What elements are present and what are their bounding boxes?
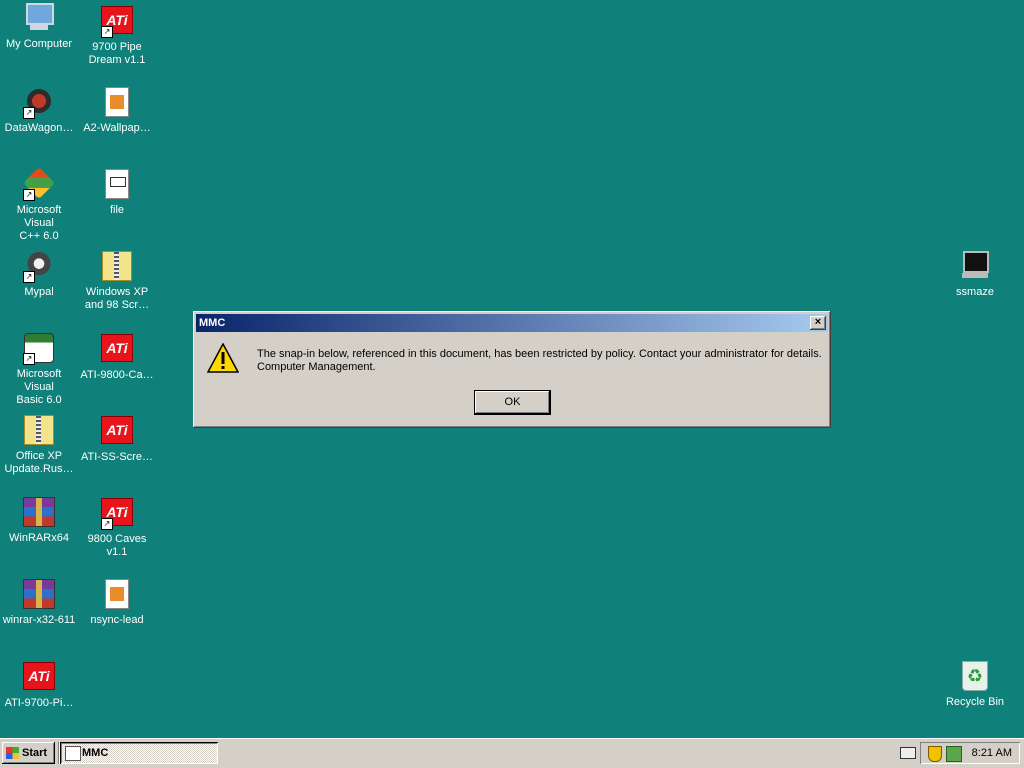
zip-folder-icon (101, 251, 133, 283)
security-shield-icon[interactable] (928, 746, 942, 762)
desktop-icon-label: Microsoft Visual C++ 6.0 (16, 204, 62, 242)
windows-logo-icon (6, 747, 19, 759)
desktop-icon-visual-cpp[interactable]: ↗ Microsoft Visual C++ 6.0 (0, 167, 78, 243)
desktop-icon-label: My Computer (5, 38, 73, 50)
winrar-icon (23, 579, 55, 611)
system-tray: 8:21 AM (920, 742, 1020, 764)
desktop-icon-visual-basic[interactable]: ↗ Microsoft Visual Basic 6.0 (0, 331, 78, 407)
desktop-icon-label: Microsoft Visual Basic 6.0 (16, 368, 62, 406)
document-icon (101, 579, 133, 611)
desktop-icon-label: nsync-lead (90, 614, 144, 626)
desktop-icon-ati-9700[interactable]: ATi ATI-9700-Pi… (0, 659, 78, 710)
visual-cpp-icon: ↗ (23, 167, 55, 201)
desktop-icon-label: Mypal (24, 286, 54, 298)
ati-logo-icon: ATi ↗ (101, 498, 133, 530)
start-button[interactable]: Start (2, 742, 55, 764)
desktop-icon-file[interactable]: file (78, 167, 156, 217)
desktop-icon-label: ssmaze (956, 286, 994, 298)
winrar-icon (23, 497, 55, 529)
dialog-message: The snap-in below, referenced in this do… (257, 348, 823, 374)
desktop-icon-label: Recycle Bin (945, 696, 1005, 708)
ati-logo-icon: ATi (23, 662, 55, 694)
desktop-icon-label: ATI-9800-Ca… (80, 369, 154, 381)
ati-logo-icon: ATi ↗ (101, 6, 133, 38)
desktop-icon-windows-xp-98-scr[interactable]: Windows XP and 98 Scr… (78, 249, 156, 312)
ok-button[interactable]: OK (475, 391, 550, 414)
close-icon: × (814, 316, 822, 328)
clock[interactable]: 8:21 AM (972, 742, 1012, 764)
warning-icon (206, 342, 240, 373)
desktop-icon-winrar-x64[interactable]: WinRARx64 (0, 495, 78, 545)
recycle-bin-icon: ♻ (959, 661, 991, 693)
desktop-icon-label: Windows XP and 98 Scr… (84, 286, 150, 311)
text-file-icon (101, 169, 133, 201)
desktop-icon-label: winrar-x32-611 (2, 614, 76, 626)
desktop-icon-label: WinRARx64 (9, 532, 69, 544)
desktop-icon-mypal[interactable]: ↗ Mypal (0, 249, 78, 299)
desktop-icon-ati-9800-ca[interactable]: ATi ATI-9800-Ca… (78, 331, 156, 382)
close-button[interactable]: × (810, 316, 826, 330)
ati-logo-icon: ATi (101, 334, 133, 366)
computer-icon (23, 3, 55, 35)
desktop: My Computer ↗ DataWagon… ↗ Microsoft Vis… (0, 0, 1024, 738)
desktop-icon-label: 9800 Caves v1.1 (87, 533, 147, 558)
raccoon-icon: ↗ (23, 251, 55, 283)
desktop-icon-winrar-x32[interactable]: winrar-x32-611 (0, 577, 78, 627)
network-icon[interactable] (946, 746, 962, 762)
desktop-icon-my-computer[interactable]: My Computer (0, 3, 78, 51)
ati-logo-icon: ATi (101, 416, 133, 448)
desktop-icon-label: A2-Wallpap… (83, 122, 151, 134)
desktop-icon-nsync-lead[interactable]: nsync-lead (78, 577, 156, 627)
desktop-icon-datawagon[interactable]: ↗ DataWagon… (0, 85, 78, 135)
document-icon (101, 87, 133, 119)
desktop-icon-label: Office XP Update.Rus… (4, 450, 74, 475)
mmc-dialog: MMC × The snap-in below, referenced in t… (193, 311, 831, 428)
desktop-icon-label: file (109, 204, 125, 216)
desktop-icon-ssmaze[interactable]: ssmaze (936, 249, 1014, 299)
desktop-icon-9700-pipe-dream[interactable]: ATi ↗ 9700 Pipe Dream v1.1 (78, 3, 156, 67)
visual-basic-icon: ↗ (23, 333, 55, 365)
taskbar-button-mmc[interactable]: MMC (60, 742, 218, 764)
dialog-message-line1: The snap-in below, referenced in this do… (257, 348, 822, 360)
start-label: Start (22, 747, 48, 759)
dialog-message-line2: Computer Management. (257, 361, 376, 373)
dialog-title: MMC (199, 317, 226, 329)
desktop-icon-label: ATI-SS-Scre… (81, 451, 153, 463)
datawagon-icon: ↗ (23, 87, 55, 119)
desktop-icon-recycle-bin[interactable]: ♻ Recycle Bin (936, 659, 1014, 709)
screensaver-icon (959, 251, 991, 283)
desktop-icon-label: 9700 Pipe Dream v1.1 (88, 41, 146, 66)
zip-folder-icon (23, 415, 55, 447)
mmc-icon (65, 746, 81, 761)
desktop-icon-9800-caves[interactable]: ATi ↗ 9800 Caves v1.1 (78, 495, 156, 559)
dialog-titlebar[interactable]: MMC × (196, 314, 828, 332)
desktop-icon-label: DataWagon… (4, 122, 74, 134)
desktop-icon-label: ATI-9700-Pi… (4, 697, 74, 709)
desktop-icon-a2-wallpaper[interactable]: A2-Wallpap… (78, 85, 156, 135)
taskbar: Start MMC 8:21 AM (0, 738, 1024, 768)
keyboard-icon[interactable] (900, 747, 916, 759)
taskbar-button-label: MMC (82, 747, 109, 759)
desktop-icon-office-xp-update[interactable]: Office XP Update.Rus… (0, 413, 78, 476)
desktop-icon-ati-ss-scre[interactable]: ATi ATI-SS-Scre… (78, 413, 156, 464)
